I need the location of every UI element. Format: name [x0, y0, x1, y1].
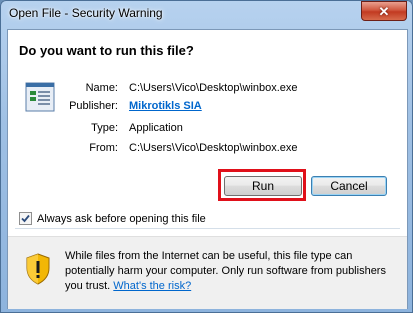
always-ask-row[interactable]: Always ask before opening this file	[19, 212, 206, 225]
shield-warning-icon	[26, 253, 50, 285]
name-value: C:\Users\Vico\Desktop\winbox.exe	[129, 82, 298, 94]
window-title: Open File - Security Warning	[9, 6, 163, 20]
type-label: Type:	[91, 122, 118, 134]
run-button[interactable]: Run	[224, 176, 302, 196]
dialog-body: Do you want to run this file? Name: C:\U…	[7, 29, 408, 309]
always-ask-checkbox[interactable]	[19, 212, 32, 225]
title-bar[interactable]: Open File - Security Warning ✕	[0, 0, 413, 28]
from-label: From:	[89, 142, 118, 154]
name-label: Name:	[85, 82, 118, 94]
type-value: Application	[129, 122, 183, 134]
warning-panel: While files from the Internet can be use…	[8, 236, 407, 309]
checkmark-icon	[21, 214, 30, 223]
publisher-link[interactable]: Mikrotikls SIA	[129, 100, 202, 112]
cancel-button[interactable]: Cancel	[311, 176, 387, 196]
always-ask-label: Always ask before opening this file	[37, 212, 206, 225]
dialog-question: Do you want to run this file?	[19, 43, 194, 58]
security-warning-window: Open File - Security Warning ✕ Do you wa…	[0, 0, 413, 313]
from-value: C:\Users\Vico\Desktop\winbox.exe	[129, 142, 298, 154]
divider	[15, 228, 400, 229]
close-icon: ✕	[378, 3, 390, 19]
close-button[interactable]: ✕	[361, 1, 407, 21]
warning-text: While files from the Internet can be use…	[65, 249, 390, 294]
publisher-label: Publisher:	[69, 100, 118, 112]
whats-the-risk-link[interactable]: What's the risk?	[113, 280, 191, 292]
